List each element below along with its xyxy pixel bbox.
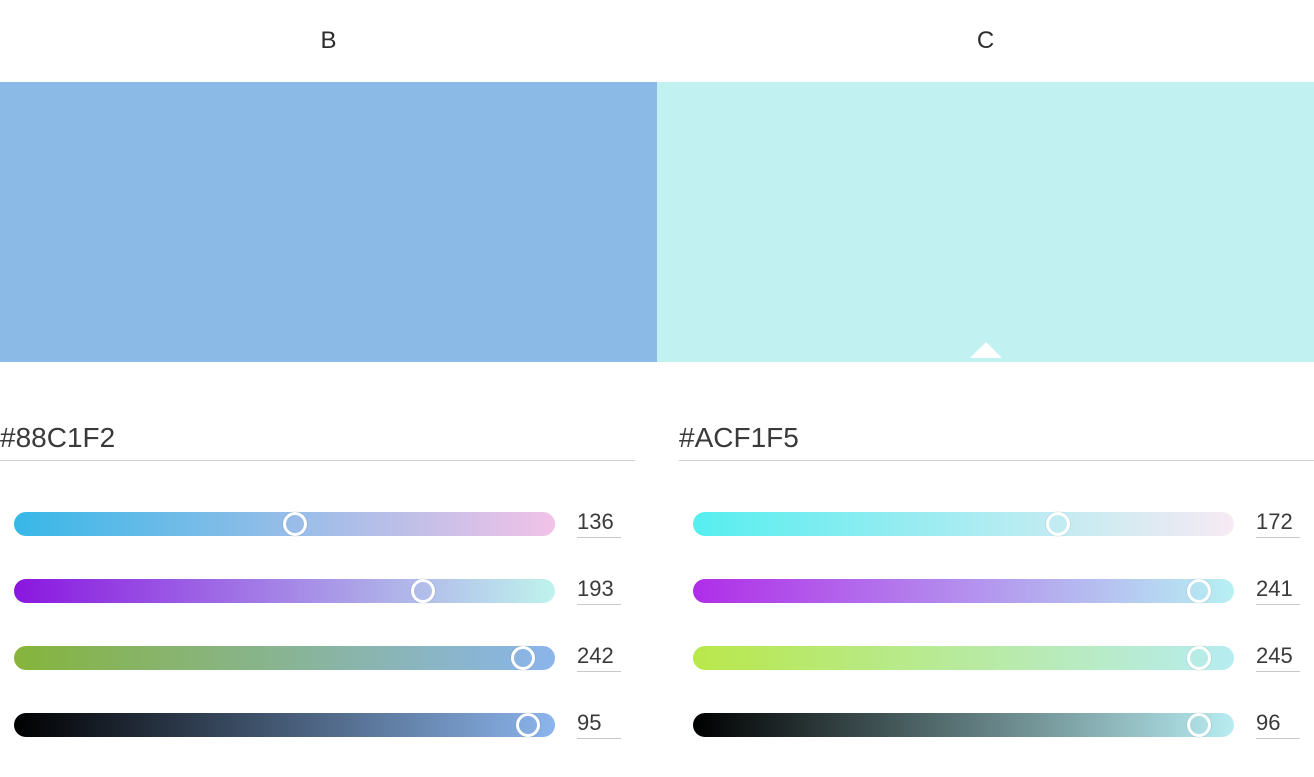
slider-thumb-b-1[interactable]: [411, 579, 435, 603]
slider-thumb-c-1[interactable]: [1187, 579, 1211, 603]
slider-value-b-2[interactable]: [577, 643, 621, 672]
sliders-b: [0, 509, 635, 739]
slider-thumb-b-2[interactable]: [511, 646, 535, 670]
hex-input-b[interactable]: [0, 420, 635, 461]
slider-value-b-1[interactable]: [577, 576, 621, 605]
slider-row-c-2: [693, 643, 1300, 672]
editor-b: [0, 420, 635, 777]
column-label-b[interactable]: B: [0, 27, 657, 55]
slider-track-c-1[interactable]: [693, 579, 1234, 603]
slider-track-b-2[interactable]: [14, 646, 555, 670]
slider-value-b-3[interactable]: [577, 710, 621, 739]
slider-row-b-2: [14, 643, 621, 672]
slider-track-c-2[interactable]: [693, 646, 1234, 670]
slider-row-c-0: [693, 509, 1300, 538]
slider-track-c-3[interactable]: [693, 713, 1234, 737]
swatch-c[interactable]: [657, 82, 1314, 362]
slider-thumb-c-0[interactable]: [1046, 512, 1070, 536]
slider-row-b-1: [14, 576, 621, 605]
slider-row-c-3: [693, 710, 1300, 739]
swatch-b[interactable]: [0, 82, 657, 362]
slider-track-b-1[interactable]: [14, 579, 555, 603]
slider-value-c-2[interactable]: [1256, 643, 1300, 672]
column-labels-row: B C: [0, 0, 1314, 82]
slider-thumb-b-3[interactable]: [516, 713, 540, 737]
slider-track-b-3[interactable]: [14, 713, 555, 737]
slider-value-c-0[interactable]: [1256, 509, 1300, 538]
editor-c: [679, 420, 1314, 777]
slider-value-c-3[interactable]: [1256, 710, 1300, 739]
hex-input-c[interactable]: [679, 420, 1314, 461]
slider-value-b-0[interactable]: [577, 509, 621, 538]
selected-indicator-icon: [970, 342, 1002, 358]
slider-track-b-0[interactable]: [14, 512, 555, 536]
slider-value-c-1[interactable]: [1256, 576, 1300, 605]
slider-track-c-0[interactable]: [693, 512, 1234, 536]
sliders-c: [679, 509, 1314, 739]
slider-thumb-c-3[interactable]: [1187, 713, 1211, 737]
editors-row: [0, 420, 1314, 777]
slider-thumb-c-2[interactable]: [1187, 646, 1211, 670]
column-label-c[interactable]: C: [657, 27, 1314, 55]
slider-row-b-3: [14, 710, 621, 739]
slider-row-b-0: [14, 509, 621, 538]
swatches-row: [0, 82, 1314, 362]
slider-row-c-1: [693, 576, 1300, 605]
slider-thumb-b-0[interactable]: [283, 512, 307, 536]
